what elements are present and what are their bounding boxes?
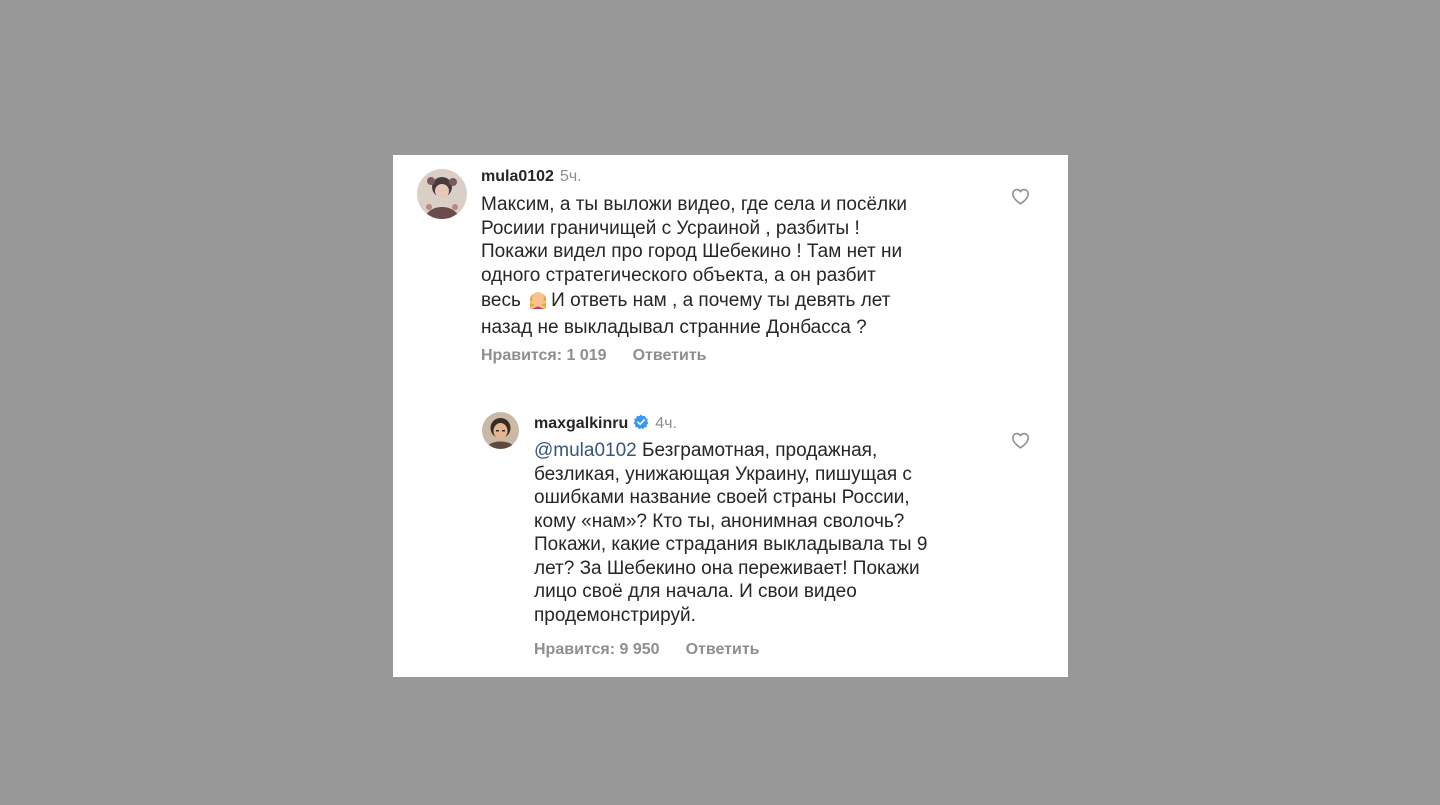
comment-text-fragment: весь bbox=[481, 290, 521, 311]
avatar-image bbox=[482, 412, 519, 449]
comment-line: @mula0102 Безграмотная, продажная, bbox=[534, 439, 1004, 463]
avatar-image bbox=[417, 169, 467, 219]
comment-line: кому «нам»? Кто ты, анонимная сволочь? bbox=[534, 510, 905, 532]
comment-line: ошибками название своей страны России, bbox=[534, 487, 910, 508]
comment-line: Покажи видел про город Шебекино ! Там не… bbox=[481, 241, 903, 262]
heart-icon[interactable] bbox=[1011, 432, 1030, 454]
comments-card: mula0102 5ч. Максим, а ты выложи видео, г… bbox=[393, 155, 1068, 677]
reply-button[interactable]: Ответить bbox=[686, 641, 760, 658]
comment-line: Покажи, какие страдания выкладывала ты 9 bbox=[534, 534, 928, 555]
heart-icon[interactable] bbox=[1011, 188, 1030, 210]
comment-actions: Нравится: 1 019 Ответить bbox=[481, 347, 707, 365]
comment-text: Максим, а ты выложи видео, где села и по… bbox=[481, 193, 1001, 339]
comment-header: maxgalkinru 4ч. bbox=[534, 414, 677, 435]
likes-count[interactable]: Нравится: 9 950 bbox=[534, 641, 660, 658]
comment-line: лет? За Шебекино она переживает! Покажи bbox=[534, 557, 920, 579]
comment-line: весь И ответь нам , а почему ты девять л… bbox=[481, 287, 1001, 316]
avatar[interactable] bbox=[417, 169, 467, 219]
verified-badge-icon bbox=[633, 414, 649, 435]
timestamp[interactable]: 4ч. bbox=[655, 415, 677, 432]
mention-link[interactable]: @mula0102 bbox=[534, 440, 637, 461]
username-link[interactable]: mula0102 bbox=[481, 168, 554, 185]
comment-text-fragment: Безграмотная, продажная, bbox=[642, 440, 878, 461]
reply-button[interactable]: Ответить bbox=[633, 347, 707, 364]
comment-text-fragment: И ответь нам , а почему ты девять лет bbox=[551, 290, 891, 311]
comment-line: безликая, унижающая Украину, пишущая с bbox=[534, 463, 912, 485]
comment-text: @mula0102 Безграмотная, продажная, безли… bbox=[534, 439, 1004, 627]
timestamp[interactable]: 5ч. bbox=[560, 168, 582, 185]
comment-line: Росиии граничищей с Усраиной , разбиты ! bbox=[481, 217, 860, 239]
comment-line: назад не выкладывал странние Донбасса ? bbox=[481, 316, 867, 338]
comment-actions: Нравится: 9 950 Ответить bbox=[534, 641, 760, 659]
likes-count[interactable]: Нравится: 1 019 bbox=[481, 347, 607, 364]
username-link[interactable]: maxgalkinru bbox=[534, 415, 628, 432]
comment-line: продемонстрируй. bbox=[534, 604, 696, 626]
woman-gesturing-no-emoji bbox=[527, 287, 549, 316]
comment-line: лицо своё для начала. И свои видео bbox=[534, 581, 857, 602]
comment-line: одного стратегического объекта, а он раз… bbox=[481, 264, 876, 286]
comment-header: mula0102 5ч. bbox=[481, 168, 582, 186]
comment-line: Максим, а ты выложи видео, где села и по… bbox=[481, 194, 908, 215]
avatar[interactable] bbox=[482, 412, 519, 449]
